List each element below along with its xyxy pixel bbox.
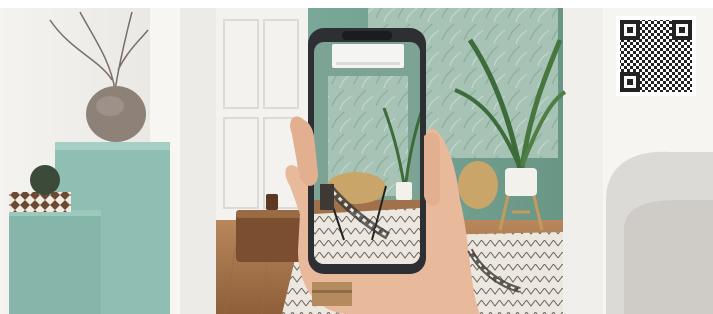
scene-illustration — [0, 0, 713, 314]
ar-interior-scene — [0, 0, 713, 314]
phone-screen — [314, 42, 420, 264]
decor-box — [9, 192, 71, 212]
phone — [308, 28, 426, 274]
qr-code-icon — [616, 16, 696, 96]
decor-ball — [30, 165, 60, 195]
pedestal-short — [9, 210, 101, 314]
finger — [424, 132, 441, 206]
stool — [236, 212, 302, 262]
